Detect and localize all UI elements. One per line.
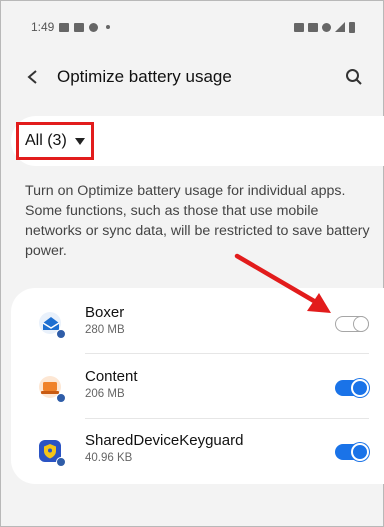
annotation-arrow — [234, 253, 331, 313]
phone-screen: 1:49 Optimize battery usage All (3) Turn… — [0, 0, 384, 527]
